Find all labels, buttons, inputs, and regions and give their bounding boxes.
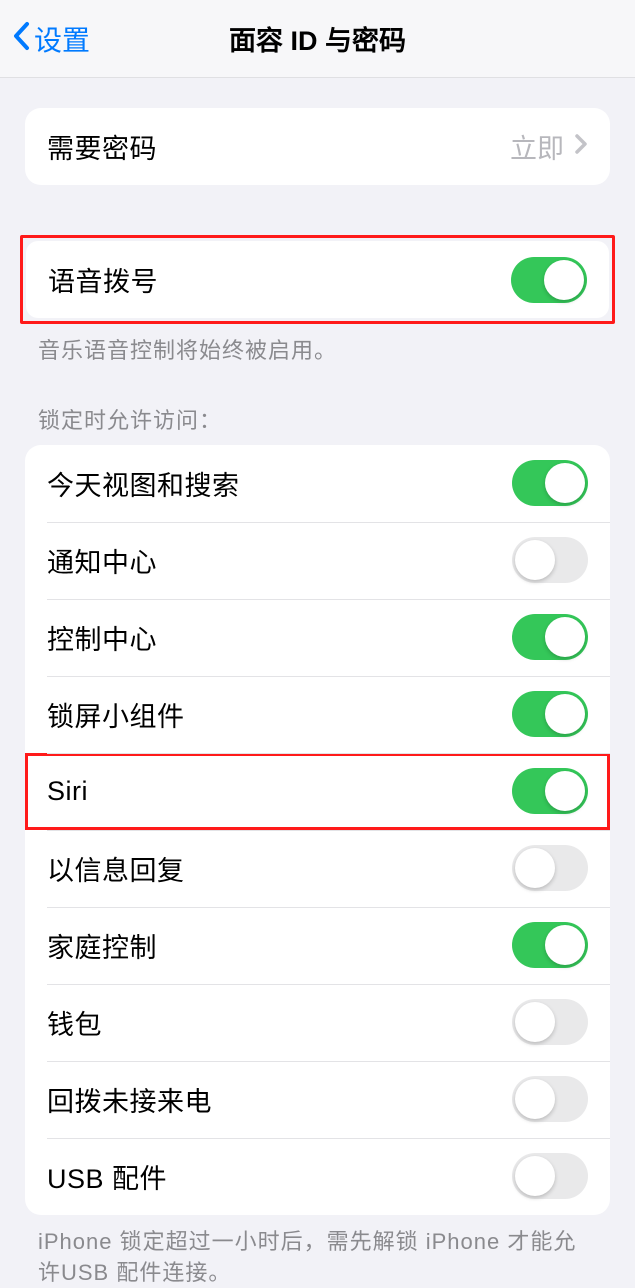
- chevron-right-icon: [574, 133, 588, 160]
- require-passcode-row[interactable]: 需要密码 立即: [25, 108, 610, 185]
- lock-access-row-siri: Siri: [25, 753, 610, 830]
- lock-access-toggle-家庭控制[interactable]: [512, 922, 588, 968]
- lock-access-row-usb-配件: USB 配件: [25, 1138, 610, 1215]
- lock-access-toggle-通知中心[interactable]: [512, 537, 588, 583]
- lock-access-label: 今天视图和搜索: [47, 464, 240, 503]
- voice-dial-row: 语音拨号: [26, 241, 609, 318]
- lock-access-row-锁屏小组件: 锁屏小组件: [25, 676, 610, 753]
- chevron-left-icon: [12, 21, 30, 58]
- navigation-bar: 设置 面容 ID 与密码: [0, 0, 635, 78]
- require-passcode-group: 需要密码 立即: [25, 108, 610, 185]
- lock-access-label: 锁屏小组件: [47, 695, 185, 734]
- lock-access-row-通知中心: 通知中心: [25, 522, 610, 599]
- require-passcode-value: 立即: [510, 127, 564, 166]
- lock-access-label: 家庭控制: [47, 926, 157, 965]
- require-passcode-label: 需要密码: [47, 127, 157, 166]
- back-label: 设置: [34, 19, 90, 59]
- voice-dial-highlight: 语音拨号: [20, 235, 615, 324]
- lock-access-toggle-siri[interactable]: [512, 768, 588, 814]
- lock-access-header: 锁定时允许访问：: [38, 403, 597, 435]
- voice-dial-group: 语音拨号: [26, 241, 609, 318]
- lock-access-row-家庭控制: 家庭控制: [25, 907, 610, 984]
- lock-access-row-今天视图和搜索: 今天视图和搜索: [25, 445, 610, 522]
- lock-access-row-控制中心: 控制中心: [25, 599, 610, 676]
- lock-access-label: USB 配件: [47, 1157, 167, 1196]
- lock-access-toggle-今天视图和搜索[interactable]: [512, 460, 588, 506]
- lock-access-toggle-钱包[interactable]: [512, 999, 588, 1045]
- lock-access-row-钱包: 钱包: [25, 984, 610, 1061]
- lock-access-toggle-usb-配件[interactable]: [512, 1153, 588, 1199]
- lock-access-label: 控制中心: [47, 618, 157, 657]
- lock-access-toggle-以信息回复[interactable]: [512, 845, 588, 891]
- lock-access-row-回拨未接来电: 回拨未接来电: [25, 1061, 610, 1138]
- back-button[interactable]: 设置: [0, 19, 90, 59]
- lock-access-footer: iPhone 锁定超过一小时后，需先解锁 iPhone 才能允许USB 配件连接…: [38, 1227, 597, 1288]
- lock-access-row-以信息回复: 以信息回复: [25, 830, 610, 907]
- lock-access-label: 回拨未接来电: [47, 1080, 212, 1119]
- lock-access-label: 通知中心: [47, 541, 157, 580]
- lock-access-toggle-锁屏小组件[interactable]: [512, 691, 588, 737]
- voice-dial-toggle[interactable]: [511, 257, 587, 303]
- lock-access-label: 钱包: [47, 1003, 102, 1042]
- lock-access-toggle-控制中心[interactable]: [512, 614, 588, 660]
- page-title: 面容 ID 与密码: [0, 19, 635, 58]
- voice-dial-label: 语音拨号: [48, 260, 158, 299]
- voice-dial-footer: 音乐语音控制将始终被启用。: [38, 336, 597, 367]
- lock-access-group: 今天视图和搜索通知中心控制中心锁屏小组件 Siri 以信息回复家庭控制钱包回拨未接来…: [25, 445, 610, 1215]
- lock-access-label: Siri: [47, 776, 88, 807]
- lock-access-toggle-回拨未接来电[interactable]: [512, 1076, 588, 1122]
- lock-access-label: 以信息回复: [47, 849, 185, 888]
